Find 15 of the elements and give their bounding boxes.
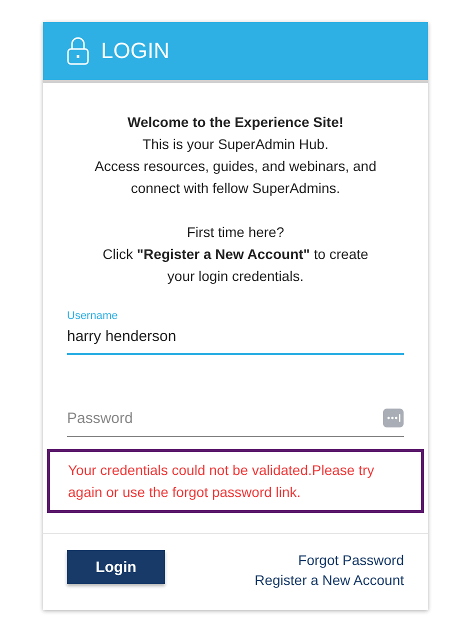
intro-text: First time here? bbox=[186, 223, 286, 242]
login-button[interactable]: Login bbox=[67, 550, 165, 584]
intro-text: Click "Register a New Account" to create your login credentials. bbox=[102, 245, 370, 286]
username-label: Username bbox=[67, 310, 119, 322]
welcome-heading: Welcome to the Experience Site! bbox=[126, 113, 345, 132]
username-field[interactable]: harry henderson bbox=[67, 328, 404, 345]
error-message: Your credentials could not be validated.Please try again or use the forgot password link. bbox=[47, 449, 424, 513]
account-link[interactable]: Forgot Password bbox=[298, 552, 404, 568]
intro-text: Access resources, guides, and webinars, and connect with fellow SuperAdmins. bbox=[94, 157, 378, 198]
account-link[interactable]: Register a New Account bbox=[254, 572, 404, 588]
password-key-icon[interactable] bbox=[383, 408, 404, 428]
login-title: LOGIN bbox=[101, 38, 170, 64]
padlock-icon bbox=[67, 37, 89, 65]
password-field[interactable]: Password bbox=[67, 410, 384, 426]
intro-text: This is your SuperAdmin Hub. bbox=[142, 135, 330, 154]
